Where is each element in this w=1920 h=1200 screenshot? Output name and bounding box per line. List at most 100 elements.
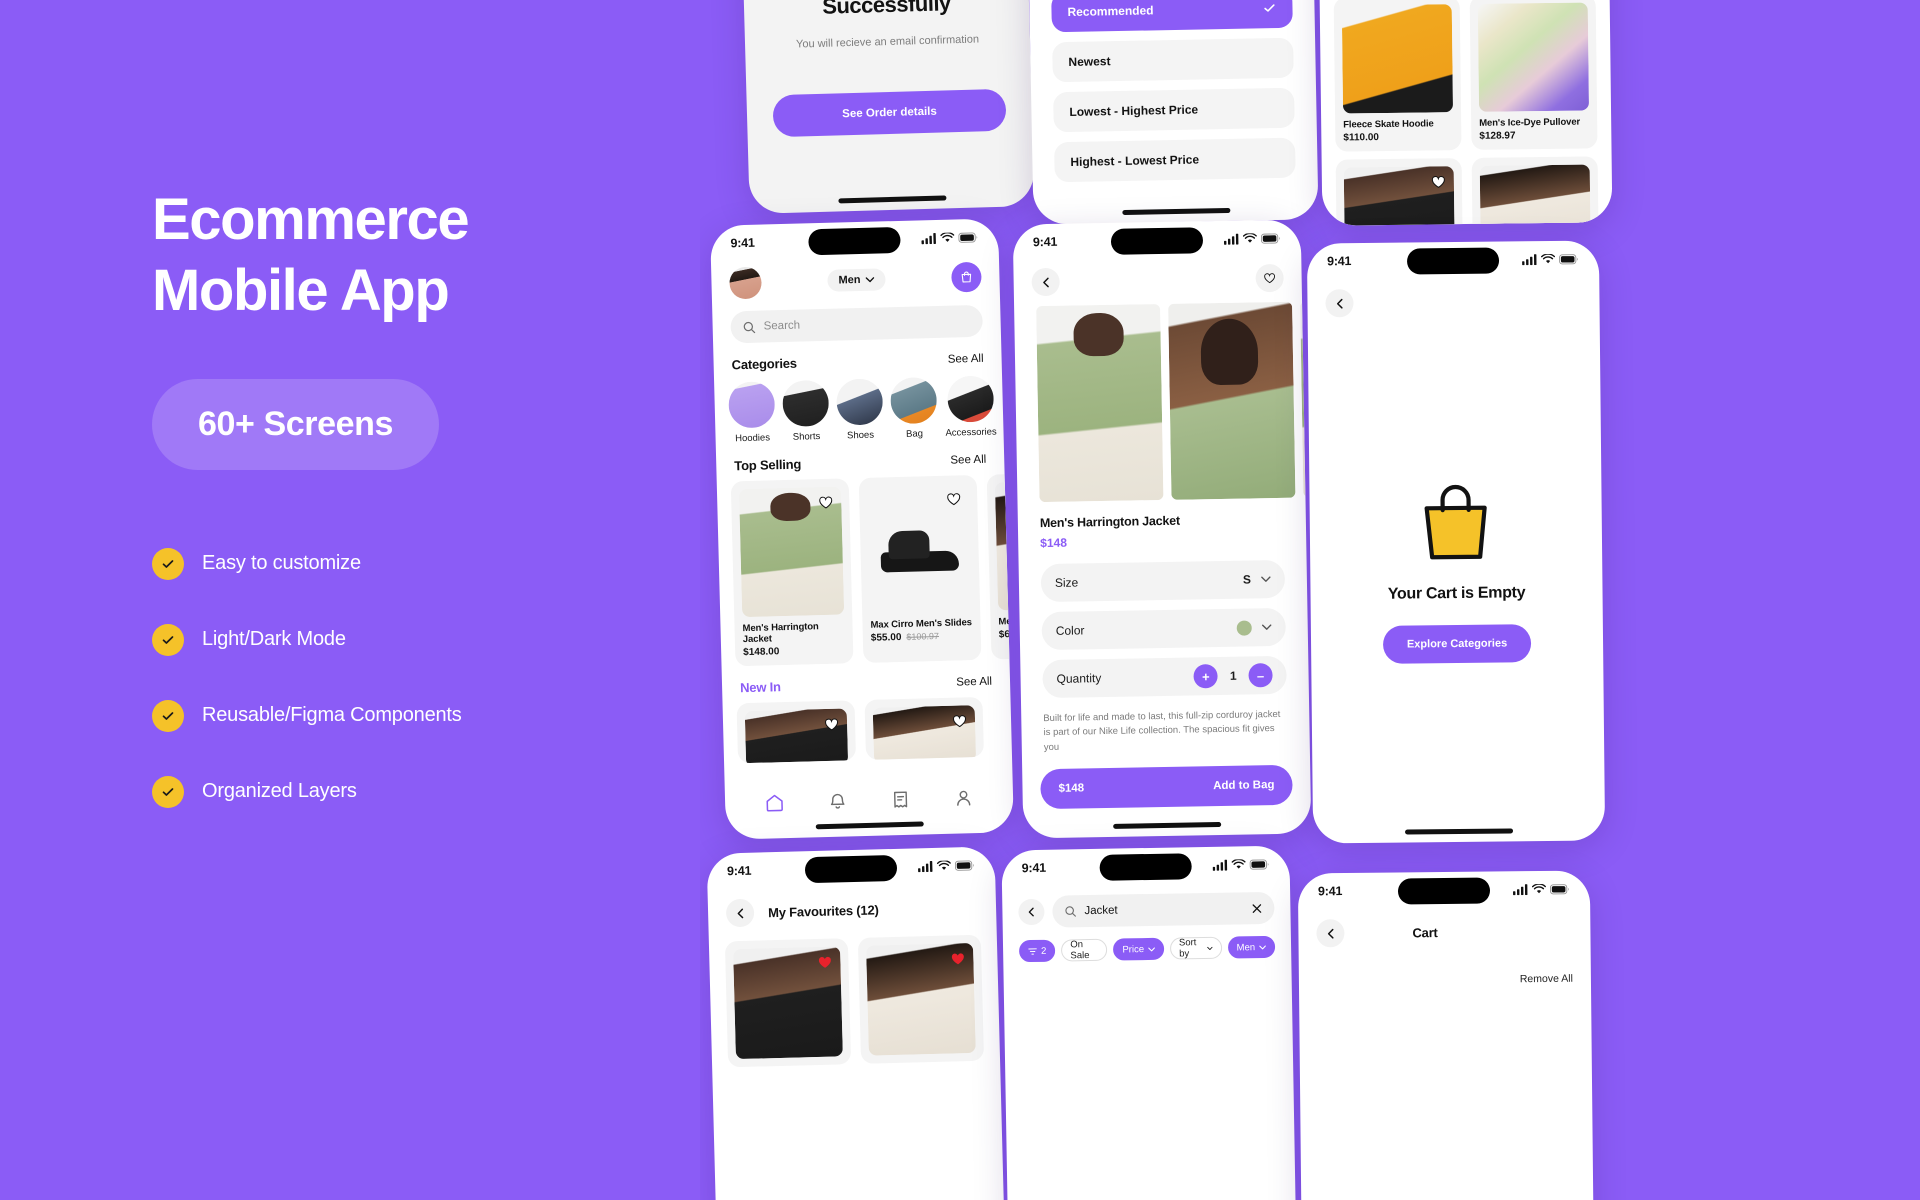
search-input[interactable]: Jacket bbox=[1052, 891, 1275, 928]
back-button[interactable] bbox=[1316, 919, 1345, 948]
notifications-tab[interactable] bbox=[827, 790, 849, 815]
chip-sort-by[interactable]: Sort by bbox=[1169, 936, 1222, 960]
catalog-card[interactable] bbox=[1335, 158, 1463, 226]
category-shoes[interactable]: Shoes bbox=[836, 378, 884, 441]
product-image bbox=[733, 946, 843, 1060]
gender-selector-label: Men bbox=[838, 273, 861, 287]
add-to-bag-label: Add to Bag bbox=[1213, 778, 1275, 792]
sort-option-highest-lowest[interactable]: Highest - Lowest Price bbox=[1054, 137, 1296, 183]
top-selling-see-all[interactable]: See All bbox=[950, 453, 986, 466]
product-image bbox=[744, 708, 849, 764]
product-price: $66 bbox=[998, 629, 1010, 641]
remove-all-button[interactable]: Remove All bbox=[1520, 973, 1573, 986]
feature-label: Organized Layers bbox=[202, 780, 357, 802]
product-image bbox=[1341, 4, 1454, 114]
headline-line-1: Ecommerce bbox=[152, 187, 470, 252]
product-card[interactable] bbox=[864, 696, 985, 760]
quantity-increase-button[interactable]: + bbox=[1193, 664, 1219, 689]
feature-label: Light/Dark Mode bbox=[202, 628, 346, 650]
product-price-current: $55.00 bbox=[870, 632, 902, 644]
sort-option-lowest-highest[interactable]: Lowest - Highest Price bbox=[1053, 87, 1295, 133]
check-icon bbox=[152, 775, 184, 808]
chevron-left-icon bbox=[737, 908, 743, 918]
favorite-icon[interactable] bbox=[1430, 173, 1447, 190]
screen-sort-sheet: Recommended Newest Lowest - Highest Pric… bbox=[1026, 0, 1319, 225]
new-in-see-all[interactable]: See All bbox=[956, 675, 992, 688]
chip-price[interactable]: Price bbox=[1113, 937, 1165, 961]
battery-icon bbox=[1559, 253, 1578, 264]
product-card[interactable]: Men's Harrington Jacket $148.00 bbox=[730, 478, 854, 667]
explore-categories-button[interactable]: Explore Categories bbox=[1382, 624, 1532, 664]
category-label: Shorts bbox=[792, 431, 821, 443]
quantity-stepper[interactable]: Quantity + 1 – bbox=[1042, 655, 1287, 699]
feature-item: Light/Dark Mode bbox=[152, 623, 700, 656]
check-icon bbox=[152, 699, 184, 732]
catalog-card[interactable]: Men's Ice-Dye Pullover $128.97 bbox=[1469, 0, 1598, 150]
orders-tab[interactable] bbox=[890, 789, 912, 814]
favorite-icon[interactable] bbox=[951, 712, 968, 729]
favorite-icon[interactable] bbox=[817, 494, 834, 511]
size-value: S bbox=[1242, 572, 1252, 587]
product-name: Men's Harrington Jacket bbox=[742, 621, 819, 646]
chip-on-sale[interactable]: On Sale bbox=[1061, 938, 1108, 962]
favorite-icon-filled[interactable] bbox=[816, 954, 833, 971]
favorite-icon-filled[interactable] bbox=[949, 950, 966, 967]
sort-option-newest[interactable]: Newest bbox=[1052, 37, 1294, 83]
product-gallery[interactable] bbox=[1014, 292, 1306, 503]
home-tab[interactable] bbox=[764, 792, 786, 817]
product-card[interactable]: Max Cirro Men's Slides $55.00 $100.97 bbox=[858, 474, 982, 664]
favourite-card[interactable] bbox=[724, 938, 852, 1068]
filter-icon bbox=[1028, 947, 1037, 955]
check-icon bbox=[152, 623, 184, 656]
screen-home: 9:41 Men Search Categories See All Hoodi… bbox=[710, 218, 1014, 840]
status-bar: 9:41 bbox=[1298, 870, 1590, 909]
categories-see-all[interactable]: See All bbox=[948, 352, 984, 365]
sort-option-recommended[interactable]: Recommended bbox=[1051, 0, 1293, 33]
gender-selector[interactable]: Men bbox=[827, 268, 886, 292]
favorite-icon[interactable] bbox=[823, 716, 840, 733]
see-order-details-button[interactable]: See Order details bbox=[772, 88, 1007, 138]
battery-icon bbox=[1549, 883, 1569, 894]
category-label: Shoes bbox=[846, 429, 875, 442]
back-button[interactable] bbox=[1325, 289, 1354, 318]
chevron-left-icon bbox=[1042, 277, 1049, 287]
back-button[interactable] bbox=[1031, 267, 1060, 297]
search-icon bbox=[743, 321, 756, 333]
product-card[interactable] bbox=[736, 700, 857, 764]
status-bar: 9:41 bbox=[1001, 846, 1290, 887]
size-selector[interactable]: Size S bbox=[1040, 559, 1286, 603]
signal-icon bbox=[1212, 859, 1228, 871]
product-card[interactable]: Men's $66 bbox=[986, 471, 1010, 660]
quantity-decrease-button[interactable]: – bbox=[1248, 663, 1273, 688]
screen-order-success: Successfully You will recieve an email c… bbox=[740, 0, 1035, 214]
catalog-card[interactable]: Fleece Skate Hoodie $110.00 bbox=[1333, 0, 1462, 152]
category-shorts[interactable]: Shorts bbox=[782, 379, 830, 443]
chip-men[interactable]: Men bbox=[1227, 935, 1276, 959]
profile-tab[interactable] bbox=[953, 787, 975, 812]
favorite-icon[interactable] bbox=[945, 490, 962, 507]
catalog-card[interactable] bbox=[1471, 156, 1599, 226]
screen-catalog: Fleece Skate Hoodie $110.00 Men's Ice-Dy… bbox=[1317, 0, 1613, 226]
category-accessories[interactable]: Accessories bbox=[944, 375, 997, 439]
category-hoodies[interactable]: Hoodies bbox=[728, 381, 776, 444]
add-to-bag-button[interactable]: $148 Add to Bag bbox=[1040, 764, 1293, 809]
feature-item: Organized Layers bbox=[152, 775, 700, 808]
favourite-card[interactable] bbox=[857, 934, 985, 1064]
avatar[interactable] bbox=[729, 266, 762, 300]
wifi-icon bbox=[1541, 253, 1556, 263]
empty-cart-state: Your Cart is Empty Explore Categories bbox=[1309, 482, 1603, 664]
favorite-button[interactable] bbox=[1255, 263, 1284, 293]
back-button[interactable] bbox=[725, 898, 755, 928]
category-bag[interactable]: Bag bbox=[890, 377, 938, 440]
back-button[interactable] bbox=[1018, 898, 1045, 926]
accessories-icon bbox=[946, 375, 994, 423]
signal-icon bbox=[1223, 233, 1239, 245]
color-selector[interactable]: Color bbox=[1041, 607, 1287, 651]
filter-button[interactable]: 2 bbox=[1018, 939, 1056, 963]
hoodie-icon bbox=[728, 381, 776, 429]
quantity-label: Quantity bbox=[1056, 671, 1102, 686]
cart-button[interactable] bbox=[951, 261, 982, 293]
status-icons bbox=[921, 231, 978, 244]
home-indicator bbox=[837, 195, 946, 204]
filter-chips: 2 On Sale Price Sort by Men bbox=[1003, 924, 1292, 963]
